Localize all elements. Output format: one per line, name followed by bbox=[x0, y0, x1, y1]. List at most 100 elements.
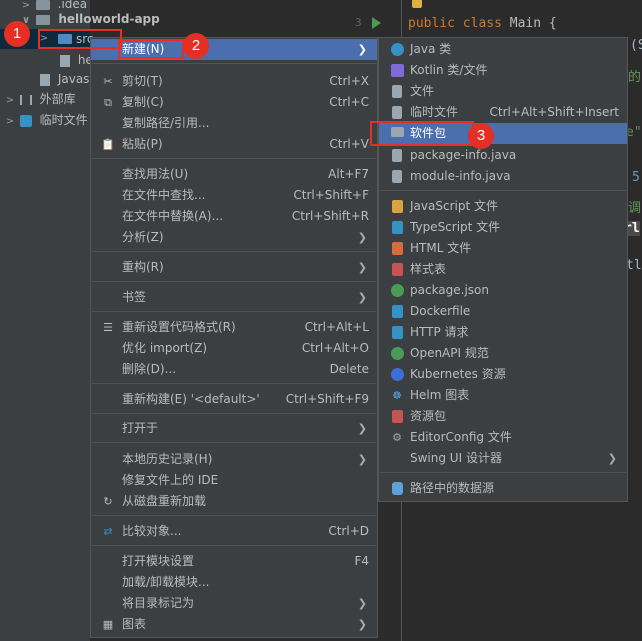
menu-item-local-history[interactable]: 本地历史记录(H) ❯ bbox=[91, 449, 377, 470]
menu-item-reformat-code[interactable]: ☰ 重新设置代码格式(R) Ctrl+Alt+L bbox=[91, 317, 377, 338]
menu-item-package-info[interactable]: package-info.java bbox=[379, 145, 627, 166]
menu-item-replace-in-files[interactable]: 在文件中替换(A)... Ctrl+Shift+R bbox=[91, 206, 377, 227]
annotation-box-2 bbox=[118, 39, 184, 59]
project-tool-window: > .idea ∨ helloworld-app > src he Javas … bbox=[0, 0, 160, 641]
menu-item-typescript-file[interactable]: TypeScript 文件 bbox=[379, 217, 627, 238]
openapi-icon bbox=[390, 347, 404, 361]
tree-item-he[interactable]: he bbox=[60, 50, 93, 70]
menu-item-copy[interactable]: ⧉ 复制(C) Ctrl+C bbox=[91, 92, 377, 113]
menu-item-kotlin-class[interactable]: Kotlin 类/文件 bbox=[379, 60, 627, 81]
menu-item-openapi[interactable]: OpenAPI 规范 bbox=[379, 343, 627, 364]
menu-item-kubernetes[interactable]: Kubernetes 资源 bbox=[379, 364, 627, 385]
menu-item-resource-bundle[interactable]: 资源包 bbox=[379, 406, 627, 427]
menu-item-paste[interactable]: 📋 粘贴(P) Ctrl+V bbox=[91, 134, 377, 155]
css-file-icon bbox=[390, 263, 404, 277]
menu-item-swing-ui-designer[interactable]: Swing UI 设计器 ❯ bbox=[379, 448, 627, 469]
code-fragment: (St bbox=[630, 38, 642, 53]
chevron-right-icon: ❯ bbox=[357, 597, 367, 610]
menu-item-label: 查找用法(U) bbox=[122, 167, 189, 181]
tree-item-external-libraries[interactable]: > 外部库 bbox=[4, 89, 76, 109]
docker-icon bbox=[390, 305, 404, 319]
menu-item-label: 分析(Z) bbox=[122, 230, 164, 244]
menu-item-open-in[interactable]: 打开于 ❯ bbox=[91, 418, 377, 439]
menu-item-javascript-file[interactable]: JavaScript 文件 bbox=[379, 196, 627, 217]
line-number: 3 bbox=[355, 16, 362, 29]
menu-item-module-info[interactable]: module-info.java bbox=[379, 166, 627, 187]
menu-item-copy-path[interactable]: 复制路径/引用... bbox=[91, 113, 377, 134]
chevron-right-icon: ❯ bbox=[357, 618, 367, 631]
menu-item-bookmarks[interactable]: 书签 ❯ bbox=[91, 287, 377, 308]
annotation-badge-3: 3 bbox=[468, 123, 494, 149]
menu-item-http-request[interactable]: HTTP 请求 bbox=[379, 322, 627, 343]
menu-item-rebuild[interactable]: 重新构建(E) '<default>' Ctrl+Shift+F9 bbox=[91, 389, 377, 410]
tree-item-javas[interactable]: Javas bbox=[40, 69, 89, 89]
annotation-badge-1: 1 bbox=[4, 21, 30, 47]
menu-item-data-source-in-path[interactable]: 路径中的数据源 bbox=[379, 478, 627, 499]
code-text: Main { bbox=[501, 16, 557, 31]
chevron-right-icon[interactable]: > bbox=[4, 91, 16, 111]
lightbulb-icon[interactable] bbox=[412, 0, 422, 8]
menu-item-helm[interactable]: ☸ Helm 图表 bbox=[379, 385, 627, 406]
chevron-right-icon: ❯ bbox=[357, 43, 367, 56]
menu-item-label: 图表 bbox=[122, 617, 147, 631]
chevron-right-icon[interactable]: > bbox=[4, 112, 16, 132]
kotlin-icon bbox=[390, 64, 404, 78]
menu-item-mark-directory-as[interactable]: 将目录标记为 ❯ bbox=[91, 593, 377, 614]
menu-item-dockerfile[interactable]: Dockerfile bbox=[379, 301, 627, 322]
menu-item-label: HTTP 请求 bbox=[410, 325, 469, 339]
menu-item-label: 文件 bbox=[410, 84, 435, 98]
menu-item-repair-ide[interactable]: 修复文件上的 IDE bbox=[91, 470, 377, 491]
menu-item-reload-from-disk[interactable]: ↻ 从磁盘重新加载 bbox=[91, 491, 377, 512]
menu-item-compare-with[interactable]: ⇄ 比较对象... Ctrl+D bbox=[91, 521, 377, 542]
menu-item-label: Kotlin 类/文件 bbox=[410, 63, 488, 77]
library-icon bbox=[19, 94, 32, 105]
menu-item-label: 粘贴(P) bbox=[122, 137, 163, 151]
menu-item-module-settings[interactable]: 打开模块设置 F4 bbox=[91, 551, 377, 572]
menu-item-editorconfig[interactable]: ⚙ EditorConfig 文件 bbox=[379, 427, 627, 448]
compare-icon: ⇄ bbox=[103, 525, 113, 538]
npm-icon bbox=[390, 284, 404, 298]
code-keyword: public class bbox=[408, 16, 502, 31]
tree-item-helloworld-app[interactable]: ∨ helloworld-app bbox=[20, 9, 160, 29]
menu-item-label: 从磁盘重新加载 bbox=[122, 494, 207, 508]
menu-item-find-usages[interactable]: 查找用法(U) Alt+F7 bbox=[91, 164, 377, 185]
chevron-right-icon: ❯ bbox=[357, 422, 367, 435]
menu-item-refactor[interactable]: 重构(R) ❯ bbox=[91, 257, 377, 278]
chevron-right-icon: ❯ bbox=[357, 453, 367, 466]
menu-item-label: 路径中的数据源 bbox=[410, 481, 495, 495]
annotation-box-3 bbox=[370, 121, 474, 146]
annotation-box-1 bbox=[38, 29, 122, 49]
menu-item-package-json[interactable]: package.json bbox=[379, 280, 627, 301]
menu-item-find-in-files[interactable]: 在文件中查找... Ctrl+Shift+F bbox=[91, 185, 377, 206]
chevron-right-icon: ❯ bbox=[357, 291, 367, 304]
menu-item-label: HTML 文件 bbox=[410, 241, 472, 255]
menu-item-load-unload-modules[interactable]: 加载/卸载模块... bbox=[91, 572, 377, 593]
menu-item-scratch-file[interactable]: 临时文件 Ctrl+Alt+Shift+Insert bbox=[379, 102, 627, 123]
menu-item-html-file[interactable]: HTML 文件 bbox=[379, 238, 627, 259]
menu-item-delete[interactable]: 删除(D)... Delete bbox=[91, 359, 377, 380]
menu-shortcut: Ctrl+Shift+F bbox=[293, 188, 369, 202]
code-fragment: 的 bbox=[628, 70, 642, 85]
menu-item-diagrams[interactable]: ▦ 图表 ❯ bbox=[91, 614, 377, 635]
menu-item-file[interactable]: 文件 bbox=[379, 81, 627, 102]
menu-shortcut: Ctrl+Alt+L bbox=[304, 320, 369, 334]
kubernetes-icon bbox=[390, 368, 404, 382]
http-request-icon bbox=[390, 326, 404, 340]
chevron-right-icon: ❯ bbox=[357, 261, 367, 274]
menu-separator bbox=[92, 515, 376, 516]
reload-icon: ↻ bbox=[103, 495, 113, 508]
annotation-badge-2: 2 bbox=[183, 33, 209, 59]
menu-item-analyze[interactable]: 分析(Z) ❯ bbox=[91, 227, 377, 248]
menu-item-cut[interactable]: ✂ 剪切(T) Ctrl+X bbox=[91, 71, 377, 92]
menu-item-optimize-imports[interactable]: 优化 import(Z) Ctrl+Alt+O bbox=[91, 338, 377, 359]
menu-item-label: 剪切(T) bbox=[122, 74, 163, 88]
menu-item-label: Swing UI 设计器 bbox=[410, 451, 502, 465]
menu-item-stylesheet[interactable]: 样式表 bbox=[379, 259, 627, 280]
menu-item-label: 在文件中查找... bbox=[122, 188, 206, 202]
menu-item-label: 加载/卸载模块... bbox=[122, 575, 210, 589]
run-gutter-icon[interactable] bbox=[372, 17, 381, 29]
tree-item-scratches[interactable]: > 临时文件 bbox=[4, 110, 88, 130]
menu-item-label: EditorConfig 文件 bbox=[410, 430, 512, 444]
menu-shortcut: Ctrl+C bbox=[329, 95, 369, 109]
menu-item-java-class[interactable]: Java 类 bbox=[379, 39, 627, 60]
